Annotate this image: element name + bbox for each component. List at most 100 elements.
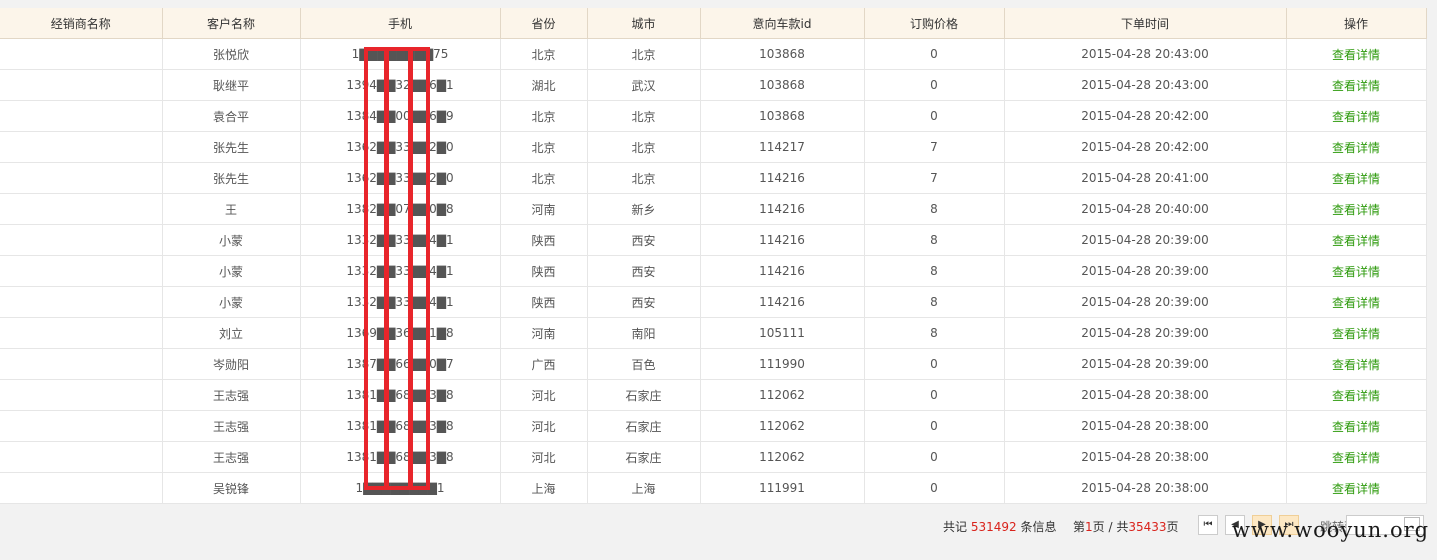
cell-province: 河南: [500, 317, 588, 349]
cell-dealer: [0, 255, 163, 287]
col-header-order-time: 下单时间: [1004, 8, 1287, 39]
cell-car-id: 103868: [700, 100, 865, 132]
cell-city: 西安: [587, 286, 701, 318]
orders-table: 经销商名称 客户名称 手机 省份 城市 意向车款id 订购价格 下单时间 操作 …: [0, 8, 1427, 504]
cell-order-time: 2015-04-28 20:43:00: [1004, 38, 1287, 70]
cell-action: 查看详情: [1286, 348, 1427, 380]
cell-province: 北京: [500, 100, 588, 132]
cell-action: 查看详情: [1286, 224, 1427, 256]
cell-car-id: 114216: [700, 255, 865, 287]
cell-customer: 小蒙: [162, 224, 301, 256]
col-header-province: 省份: [500, 8, 588, 39]
view-details-link[interactable]: 查看详情: [1332, 141, 1380, 155]
table-row: 吴锐锋 1▇▇▇▇▇▇▇▇1 上海 上海 111991 0 2015-04-28 20:38…: [0, 472, 1427, 504]
cell-car-id: 103868: [700, 38, 865, 70]
cell-car-id: 112062: [700, 379, 865, 411]
view-details-link[interactable]: 查看详情: [1332, 203, 1380, 217]
cell-price: 8: [864, 224, 1005, 256]
view-details-link[interactable]: 查看详情: [1332, 265, 1380, 279]
cell-price: 0: [864, 348, 1005, 380]
cell-action: 查看详情: [1286, 317, 1427, 349]
cell-price: 0: [864, 38, 1005, 70]
cell-city: 上海: [587, 472, 701, 504]
cell-customer: 张悦欣: [162, 38, 301, 70]
cell-order-time: 2015-04-28 20:40:00: [1004, 193, 1287, 225]
cell-customer: 小蒙: [162, 255, 301, 287]
view-details-link[interactable]: 查看详情: [1332, 358, 1380, 372]
view-details-link[interactable]: 查看详情: [1332, 110, 1380, 124]
cell-car-id: 111991: [700, 472, 865, 504]
view-details-link[interactable]: 查看详情: [1332, 420, 1380, 434]
cell-customer: 张先生: [162, 162, 301, 194]
cell-province: 河北: [500, 379, 588, 411]
view-details-link[interactable]: 查看详情: [1332, 482, 1380, 496]
cell-dealer: [0, 472, 163, 504]
cell-action: 查看详情: [1286, 410, 1427, 442]
table-row: 张先生 1362▇▇33▇▇2▇0 北京 北京 114216 7 2015-04-28 20…: [0, 162, 1427, 194]
cell-car-id: 114216: [700, 193, 865, 225]
cell-city: 石家庄: [587, 441, 701, 473]
col-header-dealer: 经销商名称: [0, 8, 163, 39]
cell-order-time: 2015-04-28 20:42:00: [1004, 131, 1287, 163]
cell-customer: 王志强: [162, 441, 301, 473]
cell-customer: 王: [162, 193, 301, 225]
cell-price: 0: [864, 441, 1005, 473]
cell-order-time: 2015-04-28 20:41:00: [1004, 162, 1287, 194]
cell-city: 北京: [587, 100, 701, 132]
cell-price: 0: [864, 69, 1005, 101]
cell-car-id: 112062: [700, 441, 865, 473]
cell-province: 广西: [500, 348, 588, 380]
cell-city: 百色: [587, 348, 701, 380]
cell-order-time: 2015-04-28 20:39:00: [1004, 224, 1287, 256]
cell-order-time: 2015-04-28 20:38:00: [1004, 410, 1287, 442]
cell-city: 南阳: [587, 317, 701, 349]
cell-order-time: 2015-04-28 20:39:00: [1004, 348, 1287, 380]
cell-province: 北京: [500, 38, 588, 70]
cell-price: 7: [864, 162, 1005, 194]
view-details-link[interactable]: 查看详情: [1332, 234, 1380, 248]
page-info: 第1页 / 共35433页: [1073, 520, 1179, 534]
cell-action: 查看详情: [1286, 379, 1427, 411]
table-row: 小蒙 1332▇▇33▇▇4▇1 陕西 西安 114216 8 2015-04-28 20:…: [0, 255, 1427, 287]
cell-customer: 刘立: [162, 317, 301, 349]
record-count: 531492: [970, 520, 1017, 534]
cell-price: 7: [864, 131, 1005, 163]
view-details-link[interactable]: 查看详情: [1332, 327, 1380, 341]
cell-dealer: [0, 131, 163, 163]
orders-table-container: 经销商名称 客户名称 手机 省份 城市 意向车款id 订购价格 下单时间 操作 …: [0, 8, 1427, 504]
cell-city: 北京: [587, 162, 701, 194]
redaction-bar: [408, 47, 413, 490]
cell-city: 武汉: [587, 69, 701, 101]
view-details-link[interactable]: 查看详情: [1332, 389, 1380, 403]
cell-car-id: 114216: [700, 286, 865, 318]
cell-car-id: 112062: [700, 410, 865, 442]
cell-price: 0: [864, 472, 1005, 504]
cell-price: 8: [864, 317, 1005, 349]
col-header-price: 订购价格: [864, 8, 1005, 39]
table-row: 王志强 1381▇▇68▇▇3▇8 河北 石家庄 112062 0 2015-04-28 2…: [0, 441, 1427, 473]
first-page-button[interactable]: ⏮: [1198, 515, 1218, 535]
cell-action: 查看详情: [1286, 162, 1427, 194]
cell-price: 8: [864, 255, 1005, 287]
top-strip: [0, 0, 1437, 8]
view-details-link[interactable]: 查看详情: [1332, 48, 1380, 62]
cell-dealer: [0, 224, 163, 256]
cell-action: 查看详情: [1286, 441, 1427, 473]
cell-province: 河北: [500, 441, 588, 473]
cell-dealer: [0, 441, 163, 473]
view-details-link[interactable]: 查看详情: [1332, 79, 1380, 93]
cell-customer: 王志强: [162, 410, 301, 442]
current-page: 1: [1085, 520, 1093, 534]
cell-order-time: 2015-04-28 20:43:00: [1004, 69, 1287, 101]
cell-province: 陕西: [500, 224, 588, 256]
view-details-link[interactable]: 查看详情: [1332, 296, 1380, 310]
cell-order-time: 2015-04-28 20:39:00: [1004, 317, 1287, 349]
cell-price: 0: [864, 379, 1005, 411]
watermark: www.wooyun.org: [1232, 518, 1430, 542]
view-details-link[interactable]: 查看详情: [1332, 172, 1380, 186]
cell-dealer: [0, 317, 163, 349]
view-details-link[interactable]: 查看详情: [1332, 451, 1380, 465]
cell-action: 查看详情: [1286, 131, 1427, 163]
table-row: 王志强 1381▇▇68▇▇3▇8 河北 石家庄 112062 0 2015-04-28 2…: [0, 410, 1427, 442]
table-row: 小蒙 1332▇▇33▇▇4▇1 陕西 西安 114216 8 2015-04-28 20:…: [0, 286, 1427, 318]
